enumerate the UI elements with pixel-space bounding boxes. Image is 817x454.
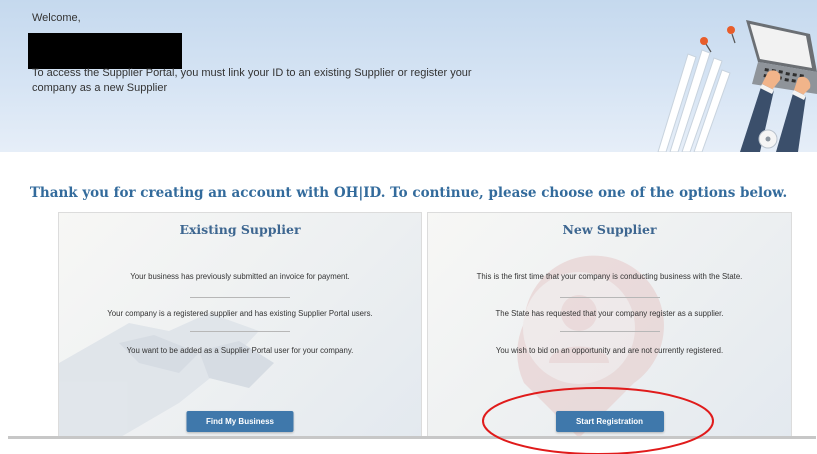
divider: [559, 297, 660, 298]
existing-reason-1: Your business has previously submitted a…: [130, 272, 350, 281]
bottom-divider: [8, 436, 816, 439]
welcome-text: Welcome,: [32, 12, 81, 24]
existing-reason-3: You want to be added as a Supplier Porta…: [126, 346, 354, 355]
page-headline: Thank you for creating an account with O…: [29, 185, 788, 201]
new-reason-1: This is the first time that your company…: [476, 272, 743, 281]
existing-supplier-title: Existing Supplier: [179, 222, 301, 237]
new-supplier-title: New Supplier: [562, 222, 657, 237]
divider: [559, 331, 660, 332]
start-registration-button[interactable]: Start Registration: [555, 411, 664, 432]
welcome-banner: Welcome, To access the Supplier Portal, …: [0, 0, 817, 152]
find-my-business-button[interactable]: Find My Business: [186, 411, 294, 432]
laptop-illustration-icon: [657, 20, 817, 152]
divider: [190, 331, 290, 332]
intro-text: To access the Supplier Portal, you must …: [32, 67, 472, 94]
handshake-icon: [59, 313, 274, 438]
map-pin-person-icon: [517, 255, 664, 438]
new-reason-3: You wish to bid on an opportunity and ar…: [495, 346, 724, 355]
new-supplier-card: New Supplier This is the first time that…: [427, 212, 792, 439]
divider: [190, 297, 290, 298]
existing-reason-2: Your company is a registered supplier an…: [107, 309, 373, 318]
existing-supplier-card: Existing Supplier Your business has prev…: [58, 212, 422, 439]
new-reason-2: The State has requested that your compan…: [495, 309, 724, 318]
redacted-username: [28, 33, 182, 69]
